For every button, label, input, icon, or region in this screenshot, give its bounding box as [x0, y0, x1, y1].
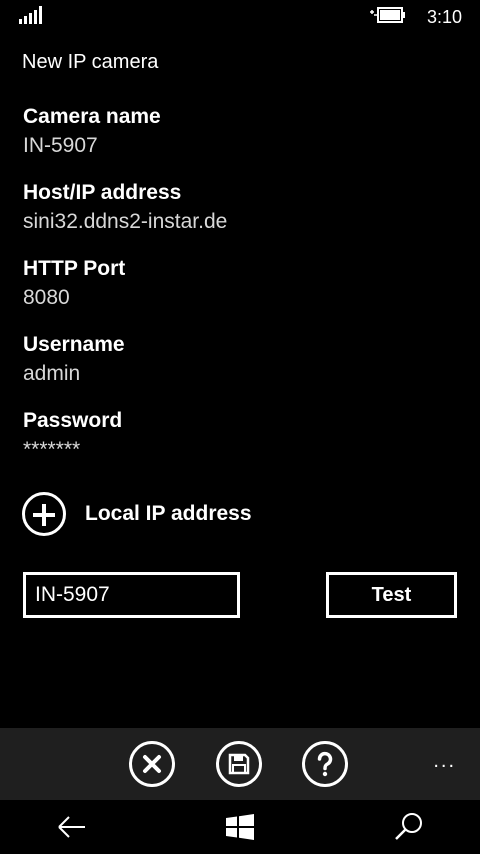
save-icon	[228, 753, 250, 775]
cancel-icon	[143, 755, 161, 773]
battery-charging-icon	[370, 7, 405, 23]
save-button[interactable]	[216, 741, 262, 787]
field-value: sini32.ddns2-instar.de	[23, 210, 228, 233]
field-value: *******	[23, 438, 81, 461]
field-label: Username	[23, 333, 125, 356]
search-icon[interactable]	[392, 810, 426, 844]
signal-strength-icon	[19, 6, 43, 24]
windows-icon[interactable]	[223, 810, 257, 844]
field-label: Password	[23, 409, 123, 432]
clock: 3:10	[426, 7, 462, 27]
field-http-port[interactable]: HTTP Port 8080	[23, 255, 125, 313]
nav-bar	[0, 800, 480, 854]
field-value: 8080	[23, 286, 70, 309]
field-label: Host/IP address	[23, 181, 182, 204]
app-bar: ...	[0, 728, 480, 800]
field-value: IN-5907	[23, 134, 98, 157]
field-label: Camera name	[23, 105, 161, 128]
more-button[interactable]: ...	[433, 750, 456, 773]
page-title: New IP camera	[22, 51, 159, 73]
field-username[interactable]: Username admin	[23, 331, 125, 389]
camera-name-input[interactable]	[23, 572, 240, 618]
field-value: admin	[23, 362, 81, 385]
help-icon	[317, 751, 333, 777]
add-local-ip-button[interactable]: Local IP address	[22, 492, 322, 540]
cancel-button[interactable]	[129, 741, 175, 787]
field-label: HTTP Port	[23, 257, 126, 280]
field-password[interactable]: Password *******	[23, 407, 122, 465]
field-camera-name[interactable]: Camera name IN-5907	[23, 103, 161, 161]
help-button[interactable]	[302, 741, 348, 787]
back-arrow-icon[interactable]	[55, 810, 89, 844]
plus-circle-icon	[22, 492, 66, 536]
status-bar: 3:10	[0, 0, 480, 32]
test-button[interactable]: Test	[326, 572, 457, 618]
add-local-ip-label: Local IP address	[85, 502, 252, 525]
field-host[interactable]: Host/IP address sini32.ddns2-instar.de	[23, 179, 227, 237]
